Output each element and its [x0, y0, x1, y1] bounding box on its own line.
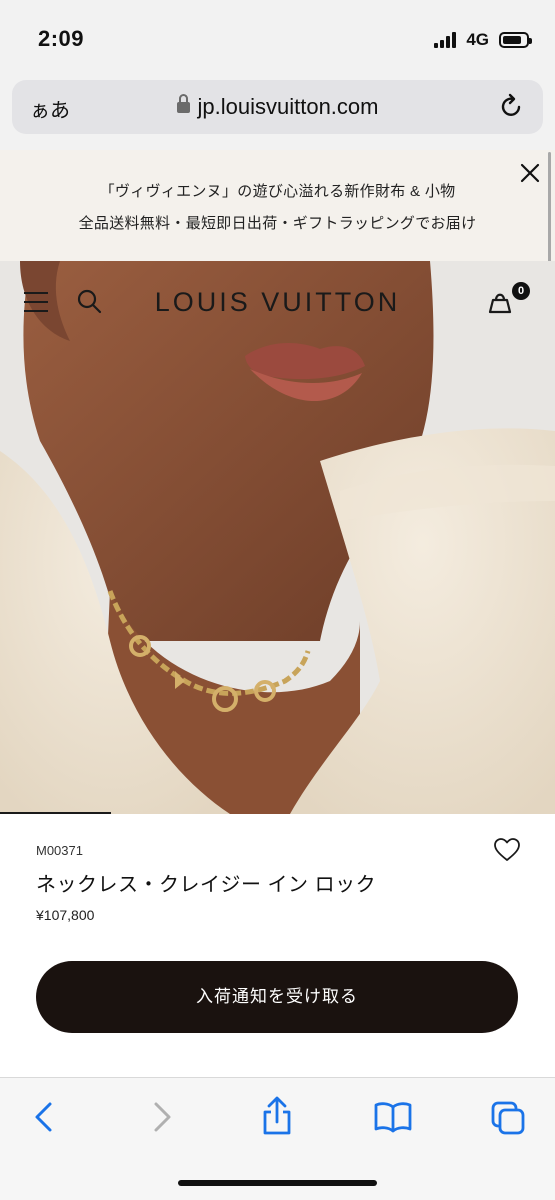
address-bar[interactable]: ぁあ jp.louisvuitton.com	[12, 80, 543, 134]
tabs-icon[interactable]	[490, 1100, 526, 1136]
product-hero-image[interactable]	[0, 261, 555, 814]
notify-restock-button[interactable]: 入荷通知を受け取る	[36, 961, 518, 1033]
promo-line-1[interactable]: 「ヴィヴィエンヌ」の遊び心溢れる新作財布 & 小物	[0, 180, 555, 201]
status-time: 2:09	[38, 26, 85, 51]
brand-logo[interactable]: LOUIS VUITTON	[0, 287, 555, 318]
back-icon[interactable]	[32, 1100, 56, 1134]
share-icon[interactable]	[260, 1096, 294, 1136]
lock-icon	[176, 94, 190, 115]
signal-icon	[434, 32, 457, 48]
product-price: ¥107,800	[36, 907, 95, 923]
network-type: 4G	[466, 30, 489, 49]
bookmarks-icon[interactable]	[373, 1100, 413, 1134]
url-display[interactable]: jp.louisvuitton.com	[12, 94, 543, 120]
product-code: M00371	[36, 843, 83, 858]
battery-icon	[499, 32, 532, 48]
home-indicator	[178, 1180, 377, 1186]
status-bar: 2:09 4G	[0, 0, 555, 78]
url-text: jp.louisvuitton.com	[197, 94, 379, 119]
forward-icon[interactable]	[150, 1100, 174, 1134]
promo-line-2[interactable]: 全品送料無料・最短即日出荷・ギフトラッピングでお届け	[0, 212, 555, 233]
shopping-bag-icon[interactable]	[487, 289, 513, 315]
reload-icon[interactable]	[499, 92, 525, 120]
browser-chrome: ぁあ jp.louisvuitton.com	[0, 78, 555, 150]
status-indicators: 4G	[434, 30, 532, 50]
close-icon[interactable]	[519, 162, 541, 184]
carousel-progress	[0, 812, 111, 814]
promo-banner: 「ヴィヴィエンヌ」の遊び心溢れる新作財布 & 小物 全品送料無料・最短即日出荷・…	[0, 150, 555, 261]
product-name: ネックレス・クレイジー イン ロック	[36, 874, 377, 896]
heart-icon[interactable]	[494, 838, 520, 862]
cart-count-badge: 0	[512, 282, 530, 300]
